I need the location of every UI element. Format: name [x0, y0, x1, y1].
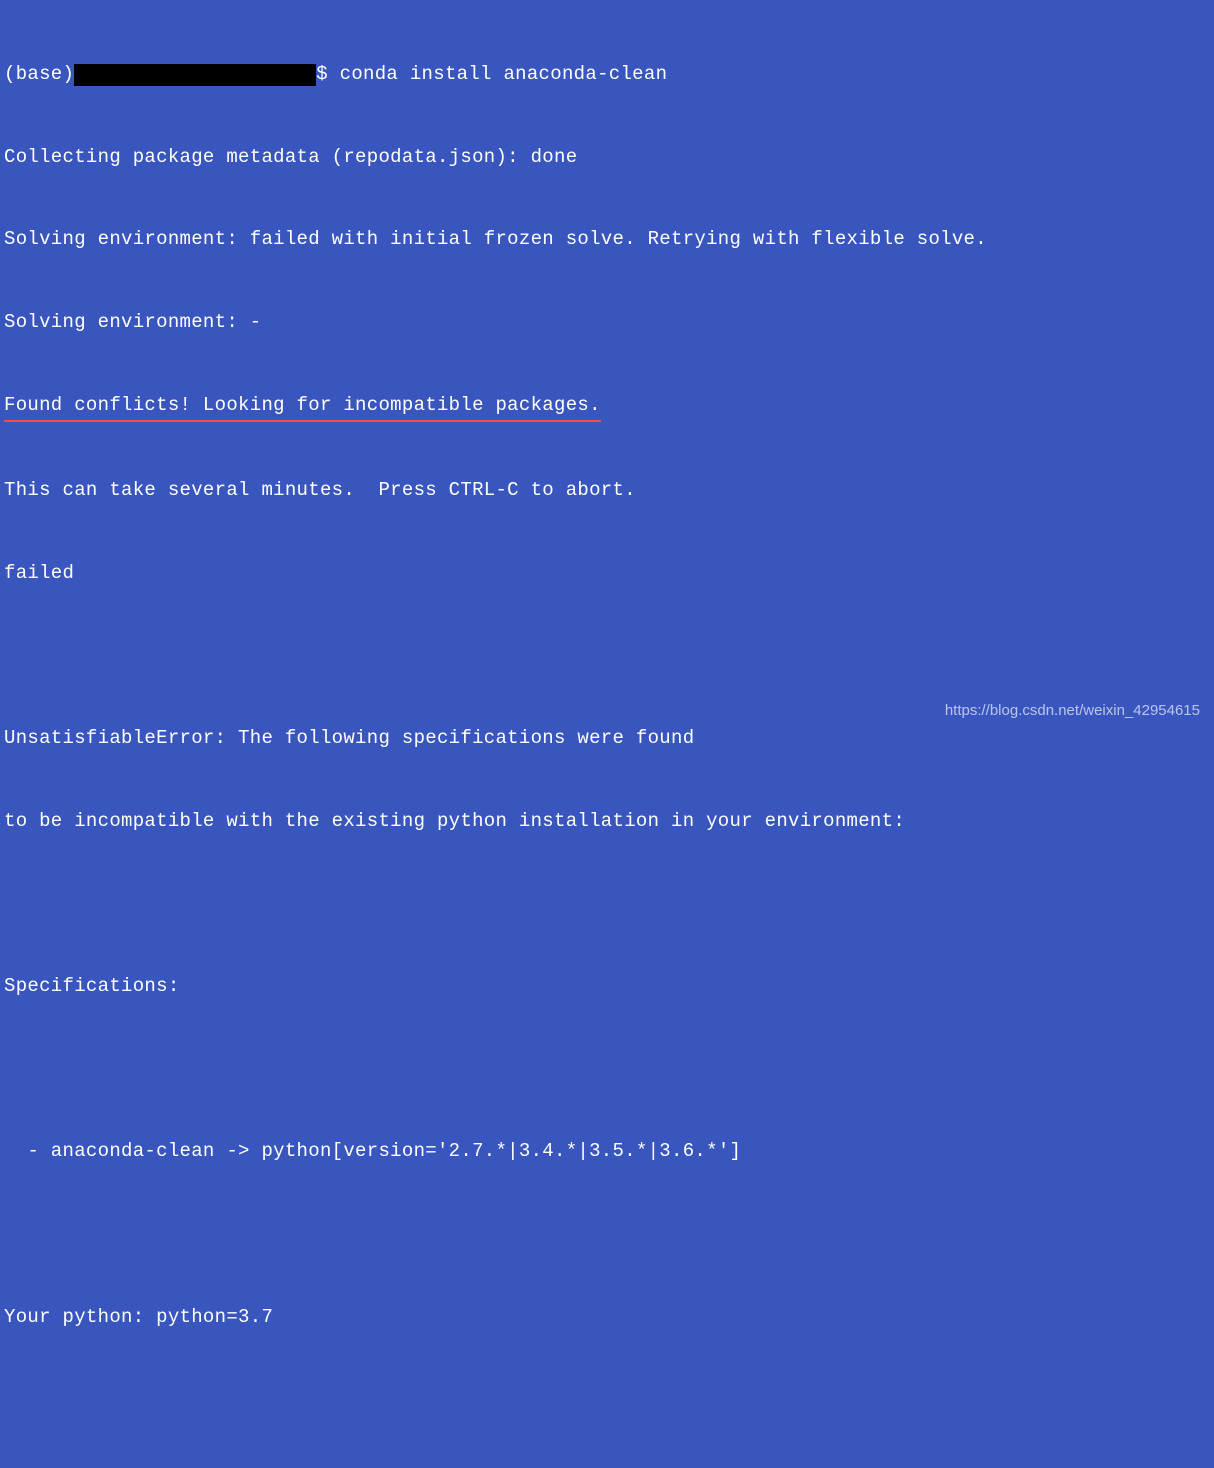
blank-line: [4, 1221, 1210, 1249]
redacted-username-host: [74, 64, 316, 86]
output-line: Solving environment: failed with initial…: [4, 226, 1210, 254]
output-line: Your python: python=3.7: [4, 1304, 1210, 1332]
command-text: conda install anaconda-clean: [340, 61, 668, 89]
output-line: Specifications:: [4, 973, 1210, 1001]
output-line-conflicts: Found conflicts! Looking for incompatibl…: [4, 392, 1210, 423]
watermark-text: https://blog.csdn.net/weixin_42954615: [945, 700, 1200, 722]
prompt-line-1: (base) $ conda install anaconda-clean: [4, 61, 1210, 89]
blank-line: [4, 1386, 1210, 1414]
env-prefix: (base): [4, 61, 74, 89]
output-line: to be incompatible with the existing pyt…: [4, 808, 1210, 836]
blank-line: [4, 891, 1210, 919]
output-line: failed: [4, 560, 1210, 588]
prompt-symbol: $: [316, 61, 339, 89]
output-line: Collecting package metadata (repodata.js…: [4, 144, 1210, 172]
output-line: This can take several minutes. Press CTR…: [4, 477, 1210, 505]
highlighted-text: Found conflicts! Looking for incompatibl…: [4, 392, 601, 423]
output-line: Solving environment: -: [4, 309, 1210, 337]
output-line: - anaconda-clean -> python[version='2.7.…: [4, 1138, 1210, 1166]
blank-line: [4, 643, 1210, 671]
output-line: UnsatisfiableError: The following specif…: [4, 725, 1210, 753]
blank-line: [4, 1056, 1210, 1084]
terminal-output[interactable]: (base) $ conda install anaconda-clean Col…: [4, 6, 1210, 1468]
